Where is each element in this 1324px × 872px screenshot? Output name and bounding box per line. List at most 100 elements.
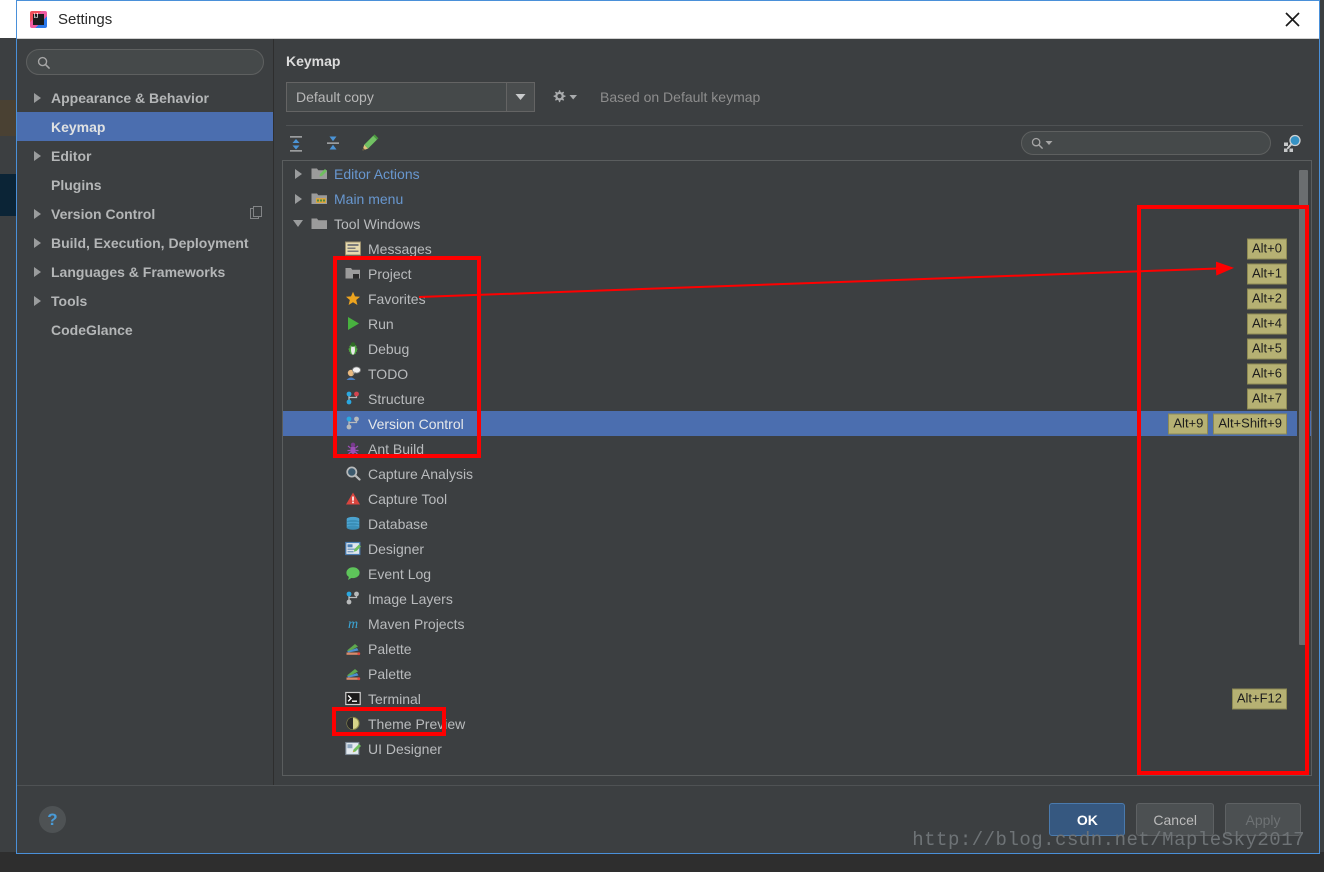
palette-icon xyxy=(343,641,363,656)
shortcut-badge: Alt+2 xyxy=(1247,288,1287,309)
tree-row-label: Image Layers xyxy=(368,590,453,607)
shortcut-badge: Alt+F12 xyxy=(1231,688,1287,709)
tree-row-label: Debug xyxy=(368,340,410,357)
collapse-all-icon[interactable] xyxy=(323,133,343,153)
sidebar-item-languages-frameworks[interactable]: Languages & Frameworks xyxy=(17,257,273,286)
tree-row[interactable]: Messages Alt+0 xyxy=(283,236,1311,261)
gear-icon[interactable] xyxy=(551,89,578,105)
tree-scrollbar[interactable] xyxy=(1297,162,1310,774)
expand-all-icon[interactable] xyxy=(286,133,306,153)
toolbar-left-group xyxy=(286,133,380,153)
tree-row[interactable]: UI Designer xyxy=(283,736,1311,761)
keymap-panel: Keymap Default copy Based on Default key… xyxy=(274,39,1319,785)
tree-row[interactable]: Debug Alt+5 xyxy=(283,336,1311,361)
tree-row[interactable]: Palette xyxy=(283,661,1311,686)
theme-preview-icon xyxy=(343,716,363,731)
chevron-right-icon[interactable] xyxy=(287,193,309,204)
chevron-down-icon[interactable] xyxy=(287,219,309,228)
tree-row[interactable]: Editor Actions xyxy=(283,161,1311,186)
tree-row[interactable]: Main menu xyxy=(283,186,1311,211)
tree-row[interactable]: Theme Preview xyxy=(283,711,1311,736)
chevron-down-icon[interactable] xyxy=(506,83,534,111)
tree-row[interactable]: Terminal Alt+F12 xyxy=(283,686,1311,711)
tree-row-label: Main menu xyxy=(334,190,404,207)
tree-row[interactable]: Event Log xyxy=(283,561,1311,586)
shortcut-group: Alt+2 xyxy=(1247,288,1287,309)
tree-row-label: Favorites xyxy=(368,290,426,307)
find-by-shortcut-icon[interactable] xyxy=(1283,133,1303,153)
sidebar-item-codeglance[interactable]: CodeGlance xyxy=(17,315,273,344)
chevron-down-icon xyxy=(1045,141,1053,145)
tree-row-label: Tool Windows xyxy=(334,215,421,232)
tree-row[interactable]: Palette xyxy=(283,636,1311,661)
shortcut-badge: Alt+7 xyxy=(1247,388,1287,409)
shortcut-group: Alt+1 xyxy=(1247,263,1287,284)
tree-bottom-spacer xyxy=(274,776,1319,785)
sidebar-item-editor[interactable]: Editor xyxy=(17,141,273,170)
keymap-dropdown-value: Default copy xyxy=(296,89,374,105)
chevron-right-icon xyxy=(29,266,45,277)
sidebar-item-version-control[interactable]: Version Control xyxy=(17,199,273,228)
tree-row-label: Messages xyxy=(368,240,432,257)
tree-row-selected[interactable]: Version Control Alt+9 Alt+Shift+9 xyxy=(283,411,1311,436)
keymap-search-input[interactable] xyxy=(1057,135,1261,151)
keymap-dropdown[interactable]: Default copy xyxy=(286,82,535,112)
tree-row-label: Designer xyxy=(368,540,425,557)
sidebar-item-keymap[interactable]: Keymap xyxy=(17,112,273,141)
chevron-right-icon xyxy=(29,150,45,161)
edit-shortcut-icon[interactable] xyxy=(360,133,380,153)
keymap-tree: Editor Actions Main menu Tool Windows Me… xyxy=(282,160,1312,776)
ui-designer-icon xyxy=(343,741,363,756)
tree-row-label: Event Log xyxy=(368,565,432,582)
backdrop-strip xyxy=(0,38,16,100)
todo-icon xyxy=(343,366,363,381)
tree-row[interactable]: Database xyxy=(283,511,1311,536)
tree-row-label: Version Control xyxy=(368,415,464,432)
tree-row[interactable]: TODO Alt+6 xyxy=(283,361,1311,386)
sidebar-item-label: Plugins xyxy=(51,176,102,193)
tree-row[interactable]: m Maven Projects xyxy=(283,611,1311,636)
terminal-icon xyxy=(343,691,363,706)
sidebar-item-label: Keymap xyxy=(51,118,106,135)
tree-row[interactable]: Run Alt+4 xyxy=(283,311,1311,336)
sidebar-item-label: Tools xyxy=(51,292,88,309)
shortcut-badge: Alt+9 xyxy=(1168,413,1209,434)
close-icon[interactable] xyxy=(1265,1,1319,38)
window-title: Settings xyxy=(58,11,113,28)
tree-row-label: Run xyxy=(368,315,394,332)
tree-row[interactable]: Tool Windows xyxy=(283,211,1311,236)
backdrop-strip xyxy=(0,100,16,136)
tree-scrollbar-thumb[interactable] xyxy=(1299,170,1308,645)
sidebar-item-appearance-behavior[interactable]: Appearance & Behavior xyxy=(17,83,273,112)
sidebar-item-label: Editor xyxy=(51,147,92,164)
chevron-right-icon xyxy=(29,92,45,103)
tree-row[interactable]: Capture Tool xyxy=(283,486,1311,511)
tree-row[interactable]: Designer xyxy=(283,536,1311,561)
tree-row-label: Database xyxy=(368,515,428,532)
sidebar-search-box[interactable] xyxy=(26,49,264,75)
run-play-icon xyxy=(343,316,363,331)
sidebar-item-tools[interactable]: Tools xyxy=(17,286,273,315)
tree-row[interactable]: Image Layers xyxy=(283,586,1311,611)
folder-icon xyxy=(309,216,329,231)
help-button[interactable]: ? xyxy=(39,806,66,833)
shortcut-group: Alt+5 xyxy=(1247,338,1287,359)
tree-row[interactable]: Favorites Alt+2 xyxy=(283,286,1311,311)
ok-button[interactable]: OK xyxy=(1049,803,1126,836)
cancel-button[interactable]: Cancel xyxy=(1136,803,1214,836)
messages-icon xyxy=(343,241,363,256)
search-input[interactable] xyxy=(56,53,253,71)
tree-row[interactable]: Project Alt+1 xyxy=(283,261,1311,286)
sidebar-item-build-execution-deployment[interactable]: Build, Execution, Deployment xyxy=(17,228,273,257)
sidebar-item-plugins[interactable]: Plugins xyxy=(17,170,273,199)
settings-sidebar: Appearance & Behavior Keymap Editor Plug… xyxy=(17,39,274,785)
designer-icon xyxy=(343,541,363,556)
chevron-right-icon xyxy=(29,237,45,248)
tree-row[interactable]: Structure Alt+7 xyxy=(283,386,1311,411)
chevron-right-icon[interactable] xyxy=(287,168,309,179)
shortcut-group: Alt+4 xyxy=(1247,313,1287,334)
tree-row[interactable]: Capture Analysis xyxy=(283,461,1311,486)
tree-row[interactable]: Ant Build xyxy=(283,436,1311,461)
apply-button: Apply xyxy=(1225,803,1301,836)
keymap-search-box[interactable] xyxy=(1021,131,1271,155)
